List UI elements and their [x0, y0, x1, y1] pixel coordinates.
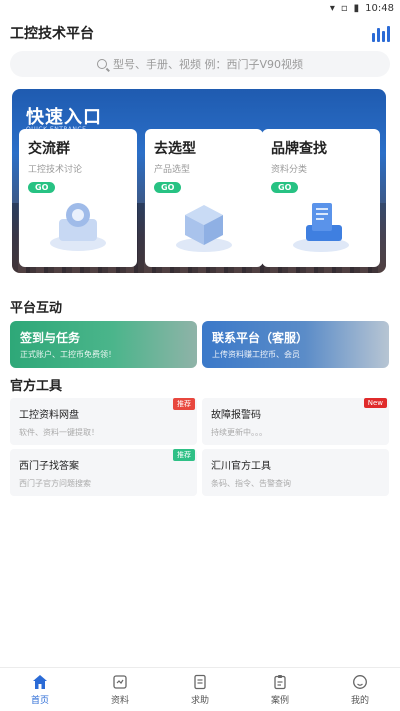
platform-section-title: 平台互动	[10, 301, 63, 316]
bottom-nav: 首页 资料 求助 案例 我的	[0, 667, 400, 711]
promo-subtitle: 正式账户、工控币免费领！	[20, 350, 116, 359]
recommend-badge: 推荐	[173, 449, 195, 461]
search-icon	[96, 59, 107, 69]
search-placeholder: 型号、手册、视频 例：西门子V90视频	[112, 58, 304, 71]
app-header: 工控技术平台	[0, 18, 400, 48]
card-selection[interactable]: 去选型 产品选型 GO	[145, 129, 263, 267]
card-title: 品牌查找	[271, 141, 327, 157]
promo-subtitle: 上传资料赚工控币、会员	[212, 350, 300, 359]
tool-subtitle: 条码、指令、告警查询	[211, 479, 291, 488]
tool-fault-codes[interactable]: 故障报警码 持续更新中。。。 New	[202, 398, 389, 445]
tool-subtitle: 软件、资料一键提取！	[19, 428, 99, 437]
wifi-icon: ▾	[329, 2, 335, 14]
nav-label: 资料	[110, 695, 129, 706]
promo-title: 签到与任务	[20, 331, 81, 345]
chat-group-icon	[50, 203, 106, 251]
nav-help[interactable]: 求助	[160, 668, 240, 711]
nav-label: 案例	[270, 695, 289, 706]
nav-label: 求助	[190, 695, 209, 706]
tool-netdisk[interactable]: 工控资料网盘 软件、资料一键提取！ 推荐	[10, 398, 197, 445]
contact-platform-banner[interactable]: 联系平台（客服） 上传资料赚工控币、会员	[202, 321, 389, 368]
nav-label: 首页	[30, 695, 49, 706]
recommend-badge: 推荐	[173, 398, 195, 410]
quick-entrance-banner: 快速入口 QUICK ENTRANCE 交流群 工控技术讨论 GO 去选型 产品…	[12, 89, 386, 273]
nav-label: 我的	[350, 695, 369, 706]
bar-chart-icon[interactable]	[372, 24, 390, 42]
page-title: 工控技术平台	[10, 26, 94, 42]
nav-materials[interactable]: 资料	[80, 668, 160, 711]
promo-title: 联系平台（客服）	[212, 331, 309, 345]
card-exchange-group[interactable]: 交流群 工控技术讨论 GO	[19, 129, 137, 267]
go-button[interactable]: GO	[271, 182, 299, 193]
go-button[interactable]: GO	[154, 182, 182, 193]
tool-title: 故障报警码	[211, 410, 261, 421]
nav-cases[interactable]: 案例	[240, 668, 320, 711]
card-title: 交流群	[28, 141, 70, 157]
tool-subtitle: 西门子官方问题搜索	[19, 479, 91, 488]
tool-siemens-answers[interactable]: 西门子找答案 西门子官方问题搜索 推荐	[10, 449, 197, 496]
checkin-tasks-banner[interactable]: 签到与任务 正式账户、工控币免费领！	[10, 321, 197, 368]
card-subtitle: 产品选型	[154, 165, 191, 175]
tool-subtitle: 持续更新中。。。	[211, 428, 267, 437]
user-icon	[353, 674, 367, 689]
home-icon	[33, 674, 47, 689]
new-badge: New	[363, 398, 387, 408]
status-time: 10:48	[365, 2, 394, 14]
phone-document-icon	[293, 203, 349, 252]
battery-icon: ▮	[353, 2, 360, 14]
go-button[interactable]: GO	[28, 182, 56, 193]
clipboard-icon	[274, 674, 286, 689]
tool-inovance[interactable]: 汇川官方工具 条码、指令、告警查询	[202, 449, 389, 496]
nav-mine[interactable]: 我的	[320, 668, 400, 711]
document-icon	[113, 674, 127, 689]
tool-title: 西门子找答案	[19, 461, 79, 472]
card-subtitle: 资料分类	[271, 165, 308, 175]
sim-icon: ▫	[340, 2, 348, 14]
help-book-icon	[194, 674, 206, 689]
search-input[interactable]: 型号、手册、视频 例：西门子V90视频	[10, 51, 390, 77]
tool-title: 汇川官方工具	[211, 461, 271, 472]
card-title: 去选型	[154, 141, 196, 157]
nav-home[interactable]: 首页	[0, 668, 80, 711]
cube-stack-icon	[176, 205, 232, 252]
card-subtitle: 工控技术讨论	[28, 165, 83, 175]
status-bar: ▾ ▫ ▮ 10:48	[0, 0, 400, 16]
card-brand-search[interactable]: 品牌查找 资料分类 GO	[262, 129, 380, 267]
tools-section-title: 官方工具	[10, 379, 63, 394]
tool-title: 工控资料网盘	[19, 410, 79, 421]
